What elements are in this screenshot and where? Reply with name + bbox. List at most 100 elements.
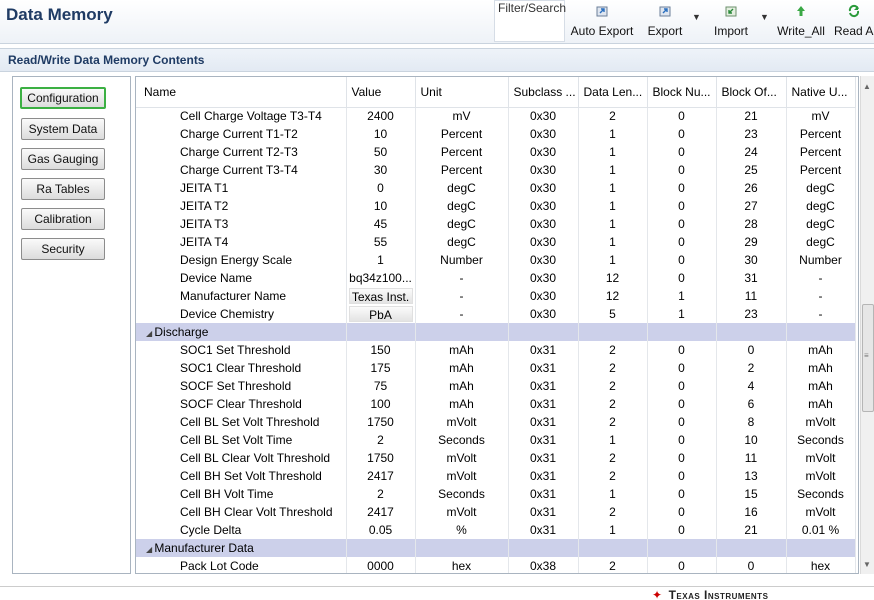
value-edit-button[interactable]: Texas Inst. xyxy=(348,288,413,304)
value-cell[interactable]: 0 xyxy=(346,179,416,197)
table-row[interactable]: JEITA T3 45 degC 0x30 1 0 28 degC xyxy=(136,215,856,233)
column-header[interactable]: Block Nu... xyxy=(647,77,717,108)
block-offset-cell: 24 xyxy=(716,143,787,161)
table-row[interactable]: Cell BL Clear Volt Threshold 1750 mVolt 0x3… xyxy=(136,449,856,467)
table-row[interactable]: Manufacturer Name Texas Inst. -0x30 12 1 11- xyxy=(136,287,856,305)
table-row[interactable]: Charge Current T1-T2 10 Percent 0x30 1 0 23 Per… xyxy=(136,125,856,143)
table-row[interactable]: Design Energy Scale 1 Number 0x30 1 0 30 Number xyxy=(136,251,856,269)
table-row[interactable]: Device Chemistry PbA -0x30 5 1 23- xyxy=(136,305,856,323)
column-header[interactable]: Unit xyxy=(415,77,509,108)
export-button[interactable]: Export xyxy=(646,4,684,40)
import-dropdown-arrow-icon[interactable]: ▼ xyxy=(760,12,769,22)
block-number-cell: 0 xyxy=(647,431,717,449)
subclass-cell: 0x31 xyxy=(508,485,579,503)
value-edit-button[interactable]: PbA xyxy=(348,306,413,322)
nav-security-button[interactable]: Security xyxy=(21,238,105,260)
column-header[interactable]: Native U... xyxy=(786,77,856,108)
section-title: Read/Write Data Memory Contents xyxy=(8,53,205,67)
category-row[interactable]: ◢ Manufacturer Data xyxy=(136,539,856,557)
param-name-cell: SOCF Set Threshold xyxy=(136,377,347,395)
value-cell[interactable]: 0.05 xyxy=(346,521,416,539)
table-row[interactable]: Pack Lot Code 0000 hex 0x38 2 0 0 hex xyxy=(136,557,856,573)
table-row[interactable]: Cell BH Set Volt Threshold 2417 mVolt 0x31 2… xyxy=(136,467,856,485)
table-row[interactable]: Cell Charge Voltage T3-T4 2400 mV 0x30 2 0 21 m… xyxy=(136,107,856,125)
table-row[interactable]: SOCF Set Threshold 75 mAh 0x31 2 0 4 mAh xyxy=(136,377,856,395)
table-row[interactable]: Device Name bq34z100... -0x30 12 0 31- xyxy=(136,269,856,287)
value-cell[interactable]: 1750 xyxy=(346,449,416,467)
export-dropdown-arrow-icon[interactable]: ▼ xyxy=(692,12,701,22)
block-number-cell: 0 xyxy=(647,269,717,287)
value-cell[interactable]: 30 xyxy=(346,161,416,179)
value-cell[interactable]: 75 xyxy=(346,377,416,395)
table-row[interactable]: SOC1 Set Threshold 150 mAh 0x31 2 0 0 mAh xyxy=(136,341,856,359)
value-cell[interactable]: 45 xyxy=(346,215,416,233)
value-cell[interactable]: 100 xyxy=(346,395,416,413)
table-row[interactable]: JEITA T2 10 degC 0x30 1 0 27 degC xyxy=(136,197,856,215)
block-offset-cell: 25 xyxy=(716,161,787,179)
param-name-cell: SOCF Clear Threshold xyxy=(136,395,347,413)
value-cell[interactable]: 10 xyxy=(346,125,416,143)
table-row[interactable]: Cell BH Volt Time 2 Seconds 0x31 1 0 15 Seconds xyxy=(136,485,856,503)
table-row[interactable]: SOCF Clear Threshold 100 mAh 0x31 2 0 6 mAh xyxy=(136,395,856,413)
value-cell[interactable]: Texas Inst. xyxy=(346,287,416,305)
column-header[interactable]: Data Len... xyxy=(578,77,648,108)
table-row[interactable]: Charge Current T2-T3 50 Percent 0x30 1 0 24 Per… xyxy=(136,143,856,161)
value-cell[interactable]: 2 xyxy=(346,431,416,449)
value-cell[interactable]: 150 xyxy=(346,341,416,359)
table-row[interactable]: SOC1 Clear Threshold 175 mAh 0x31 2 0 2 mAh xyxy=(136,359,856,377)
table-row[interactable]: Cycle Delta 0.05% 0x31 1 0 21 0.01 % xyxy=(136,521,856,539)
nav-system-data-button[interactable]: System Data xyxy=(21,118,105,140)
column-header[interactable]: Subclass ... xyxy=(508,77,579,108)
value-cell[interactable]: 55 xyxy=(346,233,416,251)
value-cell[interactable]: 2417 xyxy=(346,503,416,521)
nav-ra-tables-button[interactable]: Ra Tables xyxy=(21,178,105,200)
param-name-cell: Cell BH Set Volt Threshold xyxy=(136,467,347,485)
table-row[interactable]: JEITA T1 0 degC 0x30 1 0 26 degC xyxy=(136,179,856,197)
table-row[interactable]: JEITA T4 55 degC 0x30 1 0 29 degC xyxy=(136,233,856,251)
auto-export-button[interactable]: Auto Export xyxy=(570,4,634,40)
native-unit-cell: Percent xyxy=(786,143,856,161)
value-cell[interactable]: 2 xyxy=(346,485,416,503)
subclass-cell: 0x38 xyxy=(508,557,579,573)
scroll-up-arrow-icon[interactable]: ▲ xyxy=(863,82,871,91)
data-length-cell: 2 xyxy=(578,377,648,395)
value-cell[interactable]: 175 xyxy=(346,359,416,377)
block-number-cell: 0 xyxy=(647,395,717,413)
scroll-down-arrow-icon[interactable]: ▼ xyxy=(863,560,871,569)
table-row[interactable]: Charge Current T3-T4 30 Percent 0x30 1 0 25 Per… xyxy=(136,161,856,179)
table-row[interactable]: Cell BH Clear Volt Threshold 2417 mVolt 0x3… xyxy=(136,503,856,521)
value-cell[interactable]: 0000 xyxy=(346,557,416,573)
column-header[interactable]: Value xyxy=(346,77,416,108)
read-all-button[interactable]: Read All xyxy=(834,4,874,40)
scrollbar-thumb[interactable]: ≡ xyxy=(862,304,874,412)
block-offset-cell: 0 xyxy=(716,341,787,359)
column-header[interactable]: Block Of... xyxy=(716,77,787,108)
vertical-scrollbar[interactable]: ▲ ≡ ▼ xyxy=(860,76,874,574)
category-row[interactable]: ◢ Discharge xyxy=(136,323,856,341)
table-row[interactable]: Cell BL Set Volt Time 2 Seconds 0x31 1 0 10 Sec… xyxy=(136,431,856,449)
value-cell[interactable]: 10 xyxy=(346,197,416,215)
value-cell[interactable]: 2417 xyxy=(346,467,416,485)
value-cell[interactable]: 2400 xyxy=(346,107,416,125)
nav-gas-gauging-button[interactable]: Gas Gauging xyxy=(21,148,105,170)
nav-calibration-button[interactable]: Calibration xyxy=(21,208,105,230)
value-cell[interactable]: 1 xyxy=(346,251,416,269)
value-cell[interactable]: 1750 xyxy=(346,413,416,431)
filter-search-input[interactable]: Filter/Search xyxy=(494,0,566,42)
block-offset-cell: 8 xyxy=(716,413,787,431)
category-filler-cell xyxy=(786,539,856,557)
block-number-cell: 0 xyxy=(647,503,717,521)
value-cell[interactable]: PbA xyxy=(346,305,416,323)
subclass-cell: 0x31 xyxy=(508,413,579,431)
native-unit-cell: mVolt xyxy=(786,413,856,431)
block-number-cell: 0 xyxy=(647,377,717,395)
value-cell[interactable]: bq34z100... xyxy=(346,269,416,287)
value-cell[interactable]: 50 xyxy=(346,143,416,161)
column-header[interactable]: Name xyxy=(136,77,347,108)
write-all-button[interactable]: Write_All xyxy=(776,4,826,40)
data-length-cell: 1 xyxy=(578,251,648,269)
table-row[interactable]: Cell BL Set Volt Threshold 1750 mVolt 0x31 2… xyxy=(136,413,856,431)
import-button[interactable]: Import xyxy=(711,4,751,40)
nav-configuration-button[interactable]: Configuration xyxy=(20,87,106,109)
block-offset-cell: 30 xyxy=(716,251,787,269)
